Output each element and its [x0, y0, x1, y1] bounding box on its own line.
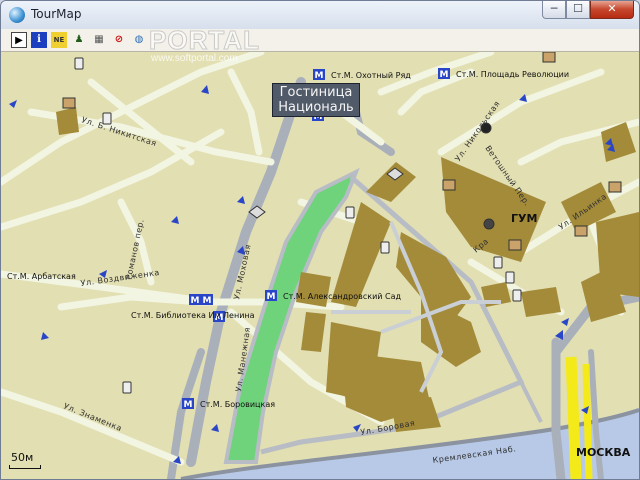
- maximize-button[interactable]: ☐: [566, 1, 590, 19]
- trash-icon: [380, 241, 390, 254]
- pointer-tool-icon[interactable]: ▶: [11, 32, 27, 48]
- svg-text:M: M: [184, 400, 193, 410]
- hotel-name-line2: Националь: [278, 100, 354, 115]
- toolbar: ▶ i NE ♟ ▦ ⊘ ◍: [1, 29, 639, 52]
- ne-tool-icon[interactable]: NE: [51, 32, 67, 48]
- trash-icon: [122, 381, 132, 394]
- watermark: PORTAL: [149, 25, 260, 56]
- metro-station-alexandrovsky[interactable]: M Ст.М. Александровский Сад: [265, 290, 402, 302]
- hotel-name-line1: Гостиница: [279, 85, 353, 100]
- svg-text:M: M: [440, 70, 449, 80]
- globe-tool-icon[interactable]: ◍: [131, 32, 147, 48]
- metro-label-alexandrovsky: Ст.М. Александровский Сад: [283, 292, 402, 301]
- metro-station-arbatskaya[interactable]: Ст.М. Арбатская: [7, 272, 76, 281]
- svg-text:M: M: [267, 292, 276, 302]
- info-tool-icon[interactable]: i: [31, 32, 47, 48]
- gum-label: ГУМ: [511, 212, 537, 225]
- metro-label-library: Ст.М. Библиотека Им Ленина: [131, 311, 255, 320]
- globe-app-icon: [9, 7, 25, 23]
- layers-tool-icon[interactable]: ▦: [91, 32, 107, 48]
- scale-bar: [9, 465, 41, 469]
- metro-label-arbatskaya: Ст.М. Арбатская: [7, 272, 76, 281]
- trash-icon: [74, 57, 84, 70]
- person-tool-icon[interactable]: ♟: [71, 32, 87, 48]
- minimize-button[interactable]: ─: [542, 1, 566, 19]
- trash-icon: [505, 271, 515, 284]
- theater-icon: [542, 52, 556, 63]
- svg-text:M: M: [203, 296, 212, 306]
- shop-icon: [508, 239, 522, 251]
- trash-icon: [493, 256, 503, 269]
- metro-label-okhotny: Ст.М. Охотный Ряд: [331, 71, 411, 80]
- close-button[interactable]: ✕: [590, 1, 634, 19]
- highlighted-route: [565, 356, 582, 479]
- app-window: TourMap ─ ☐ ✕ ▶ i NE ♟ ▦ ⊘ ◍ M Ст.М. Охо…: [0, 0, 640, 480]
- trash-icon: [345, 206, 355, 219]
- theater-icon: [62, 97, 76, 109]
- metro-label-borovitskaya: Ст.М. Боровицкая: [200, 400, 275, 409]
- title-bar[interactable]: TourMap ─ ☐ ✕: [1, 1, 639, 30]
- metro-station-revolution[interactable]: M Ст.М. Площадь Революции: [438, 68, 569, 80]
- photo-icon: [483, 218, 495, 230]
- scale-label: 50м: [11, 451, 34, 464]
- svg-text:M: M: [315, 71, 324, 81]
- stop-tool-icon[interactable]: ⊘: [111, 32, 127, 48]
- moskva-label: МОСКВА: [576, 446, 631, 459]
- svg-text:M: M: [191, 296, 200, 306]
- hotel-callout[interactable]: Гостиница Националь: [272, 83, 360, 117]
- window-title: TourMap: [31, 7, 82, 21]
- shop-icon: [442, 179, 456, 191]
- metro-label-revolution: Ст.М. Площадь Революции: [456, 70, 569, 79]
- trash-icon: [512, 289, 522, 302]
- watermark-url: www.softportal.com: [151, 53, 238, 64]
- theater-icon: [608, 181, 622, 193]
- shop-icon: [574, 225, 588, 237]
